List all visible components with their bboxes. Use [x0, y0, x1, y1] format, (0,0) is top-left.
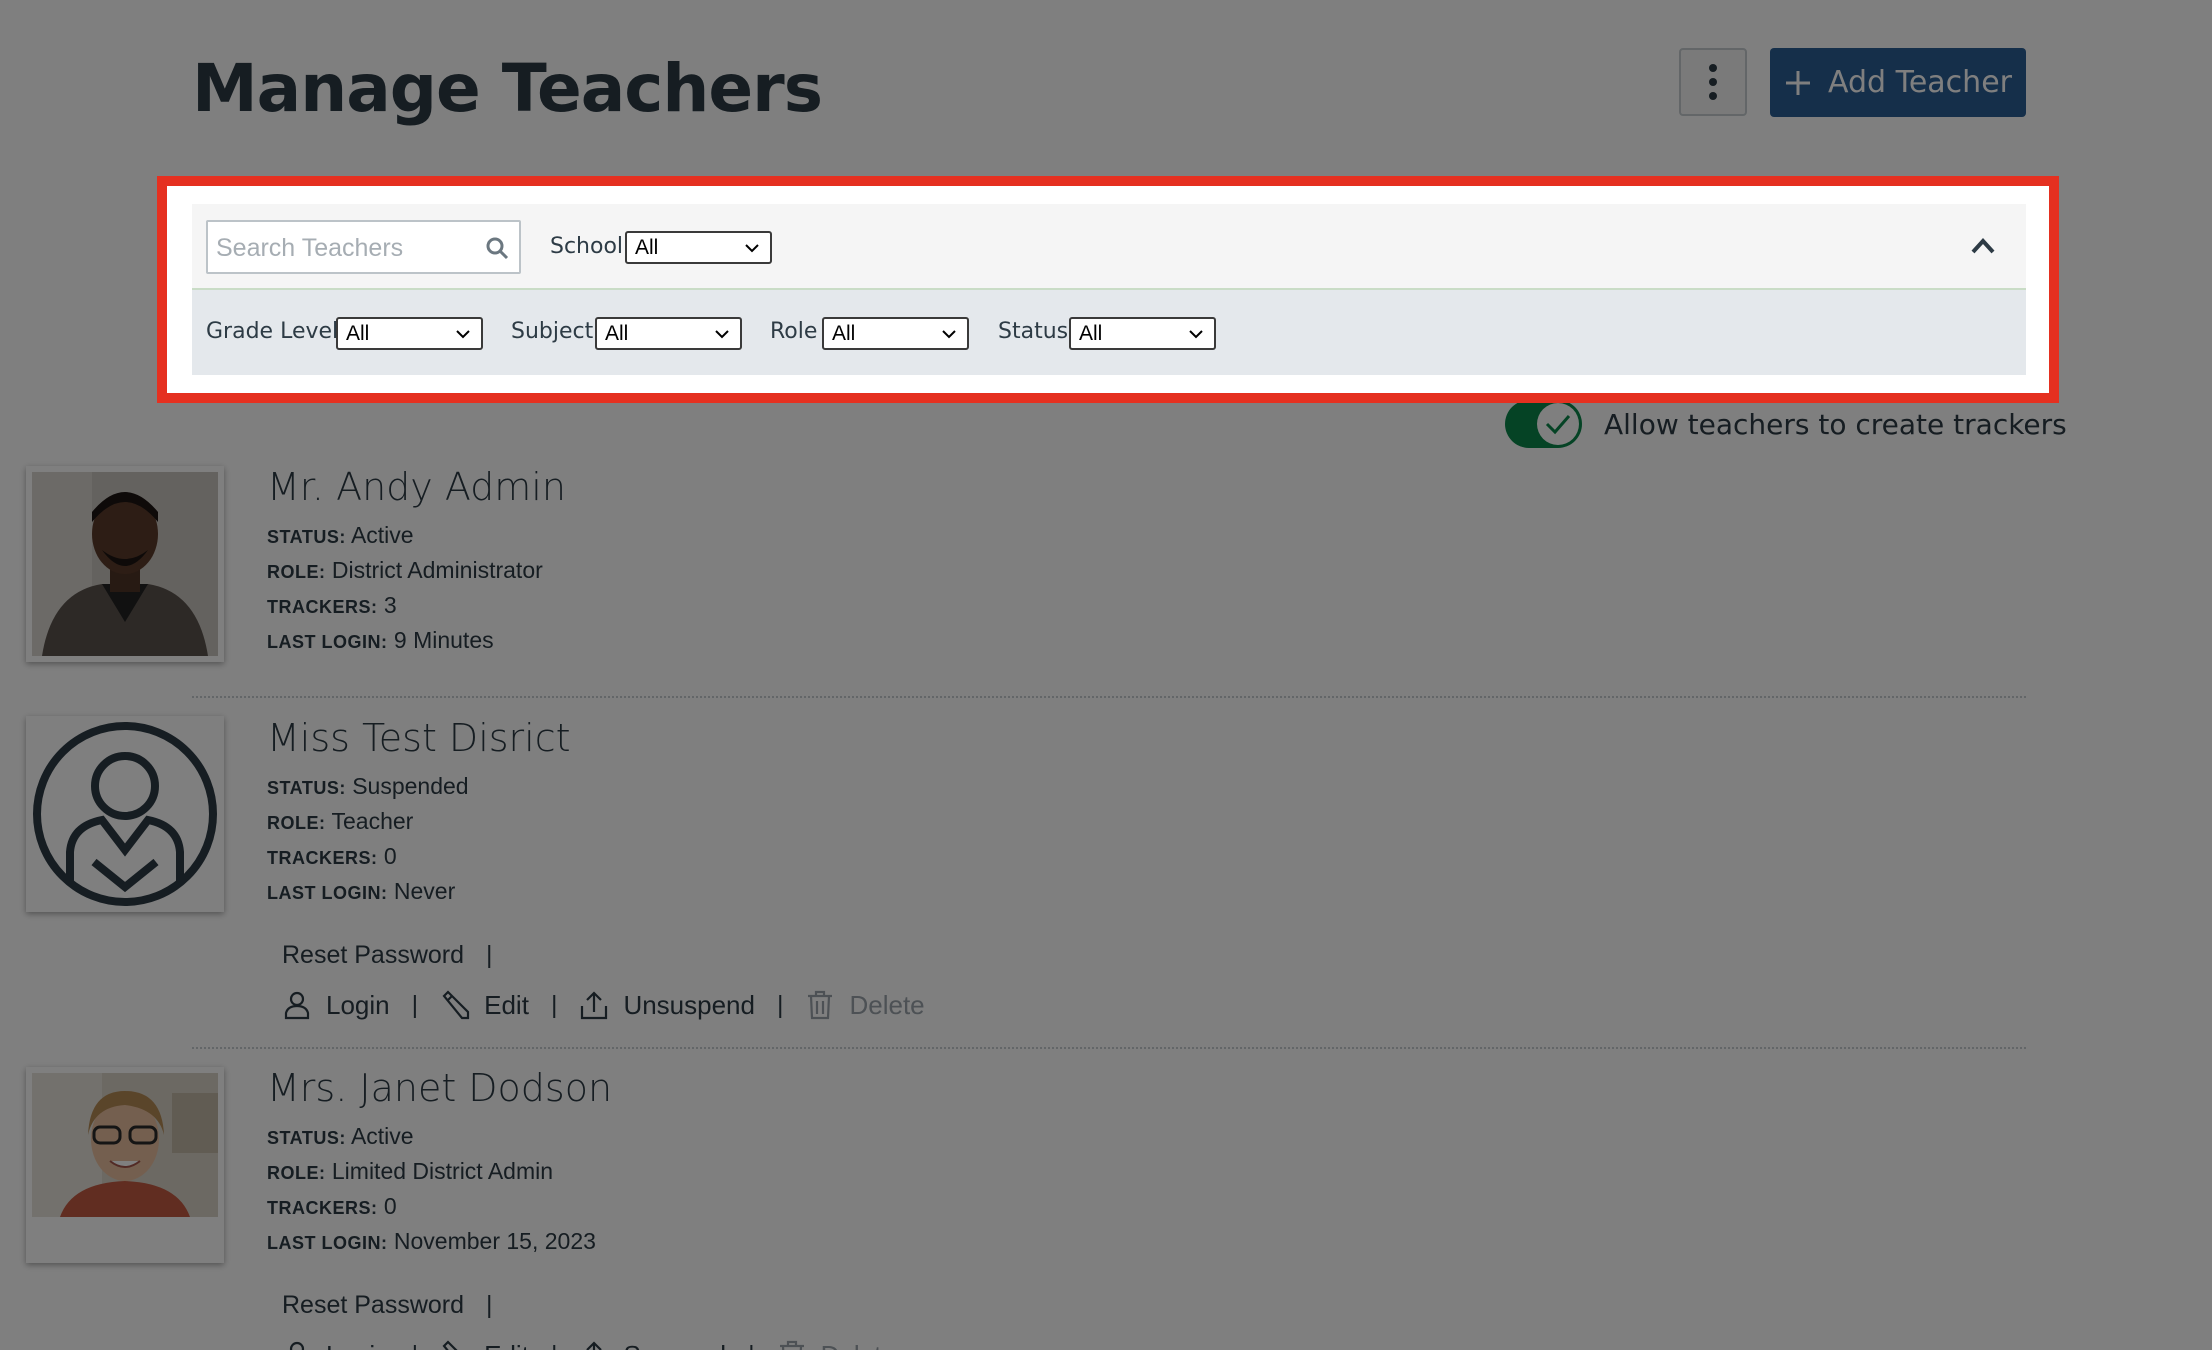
teacher-name[interactable]: Miss Test Disrict — [267, 716, 571, 760]
separator: | — [486, 940, 493, 969]
trackers-field: TRACKERS: 0 — [267, 843, 397, 869]
man-portrait-photo — [32, 472, 218, 656]
reset-password-row: Reset Password | — [282, 930, 925, 980]
role-select[interactable]: All — [822, 317, 969, 350]
check-icon — [1545, 415, 1571, 435]
school-label: School — [550, 234, 624, 259]
default-avatar-icon — [32, 722, 218, 906]
role-label: Role — [770, 319, 818, 344]
chevron-up-icon[interactable] — [1970, 236, 1996, 256]
teacher-actions: Reset Password | Login | Edit | Suspend … — [282, 1280, 896, 1350]
search-icon[interactable] — [485, 236, 509, 260]
separator: | — [748, 1341, 755, 1350]
reset-password-link[interactable]: Reset Password — [282, 941, 464, 970]
chevron-down-icon — [1189, 330, 1203, 339]
chevron-down-icon — [745, 244, 759, 253]
filter-panel: School All Grade Level All Subject All R… — [192, 204, 2026, 375]
create-trackers-label: Allow teachers to create trackers — [1604, 407, 2067, 441]
trash-icon — [808, 990, 833, 1020]
search-field[interactable] — [206, 220, 521, 274]
status-field: STATUS: Active — [267, 522, 414, 548]
separator: | — [486, 1290, 493, 1319]
upload-icon — [581, 991, 608, 1020]
edit-link[interactable]: Edit — [440, 1340, 529, 1350]
subject-select[interactable]: All — [595, 317, 742, 350]
action-row: Login | Edit | Unsuspend | Delete — [282, 980, 925, 1030]
chevron-down-icon — [715, 330, 729, 339]
row-divider — [192, 1047, 2026, 1049]
action-row: Login | Edit | Suspend | Delete — [282, 1330, 896, 1350]
create-trackers-toggle[interactable] — [1505, 400, 1582, 448]
teacher-photo — [26, 716, 224, 912]
teacher-details: STATUS: Active ROLE: District Administra… — [267, 522, 543, 662]
reset-password-row: Reset Password | — [282, 1280, 896, 1330]
role-field: ROLE: Limited District Admin — [267, 1158, 554, 1184]
add-teacher-label: Add Teacher — [1828, 65, 2012, 100]
woman-portrait-photo — [32, 1073, 218, 1257]
last-login-field: LAST LOGIN: November 15, 2023 — [267, 1228, 596, 1254]
teacher-photo — [26, 1067, 224, 1263]
add-teacher-button[interactable]: Add Teacher — [1770, 48, 2026, 117]
unsuspend-link[interactable]: Unsuspend — [579, 990, 755, 1021]
user-login-icon — [289, 1341, 305, 1350]
teacher-details: STATUS: Suspended ROLE: Teacher TRACKERS… — [267, 773, 469, 913]
reset-password-link[interactable]: Reset Password — [282, 1291, 464, 1320]
role-field: ROLE: District Administrator — [267, 557, 543, 583]
trackers-field: TRACKERS: 0 — [267, 1193, 397, 1219]
upload-icon — [586, 1341, 603, 1350]
create-trackers-toggle-row: Allow teachers to create trackers — [1505, 398, 2067, 450]
suspend-link[interactable]: Suspend — [579, 1340, 726, 1350]
teacher-actions: Reset Password | Login | Edit | Unsuspen… — [282, 930, 925, 1030]
more-options-button[interactable] — [1679, 48, 1747, 116]
teacher-name[interactable]: Mr. Andy Admin — [267, 465, 566, 509]
page-title: Manage Teachers — [192, 50, 823, 127]
filter-row-primary: School All — [192, 204, 2026, 290]
subject-label: Subject — [511, 319, 594, 344]
separator: | — [776, 990, 784, 1019]
school-select[interactable]: All — [625, 231, 772, 264]
pencil-icon — [442, 990, 470, 1020]
teacher-photo — [26, 466, 224, 662]
separator: | — [412, 1341, 419, 1350]
delete-link[interactable]: Delete — [777, 1340, 896, 1350]
grade-level-select[interactable]: All — [336, 317, 483, 350]
user-login-icon — [284, 991, 310, 1020]
grade-level-label: Grade Level — [206, 319, 339, 344]
page: Manage Teachers Add Teacher Mr. Andy Adm — [0, 0, 2212, 1350]
status-select[interactable]: All — [1069, 317, 1216, 350]
trash-icon — [779, 1340, 804, 1350]
login-link[interactable]: Login — [282, 1340, 390, 1350]
row-divider — [192, 696, 2026, 698]
teacher-name[interactable]: Mrs. Janet Dodson — [267, 1066, 612, 1110]
separator: | — [551, 1341, 558, 1350]
edit-link[interactable]: Edit — [440, 990, 529, 1021]
separator: | — [550, 990, 558, 1019]
login-link[interactable]: Login — [282, 990, 390, 1021]
status-label: Status — [998, 319, 1069, 344]
chevron-down-icon — [942, 330, 956, 339]
kebab-vertical-icon — [1709, 64, 1717, 100]
status-field: STATUS: Active — [267, 1123, 414, 1149]
trackers-field: TRACKERS: 3 — [267, 592, 397, 618]
role-field: ROLE: Teacher — [267, 808, 414, 834]
search-input[interactable] — [216, 230, 476, 266]
last-login-field: LAST LOGIN: Never — [267, 878, 456, 904]
pencil-icon — [442, 1340, 458, 1350]
delete-link[interactable]: Delete — [805, 990, 925, 1021]
filter-row-secondary: Grade Level All Subject All Role All Sta… — [192, 290, 2026, 375]
toggle-knob — [1537, 403, 1579, 445]
chevron-down-icon — [456, 330, 470, 339]
teacher-details: STATUS: Active ROLE: Limited District Ad… — [267, 1123, 596, 1263]
separator: | — [411, 990, 419, 1019]
status-field: STATUS: Suspended — [267, 773, 469, 799]
plus-icon — [1786, 70, 1810, 95]
last-login-field: LAST LOGIN: 9 Minutes — [267, 627, 494, 653]
